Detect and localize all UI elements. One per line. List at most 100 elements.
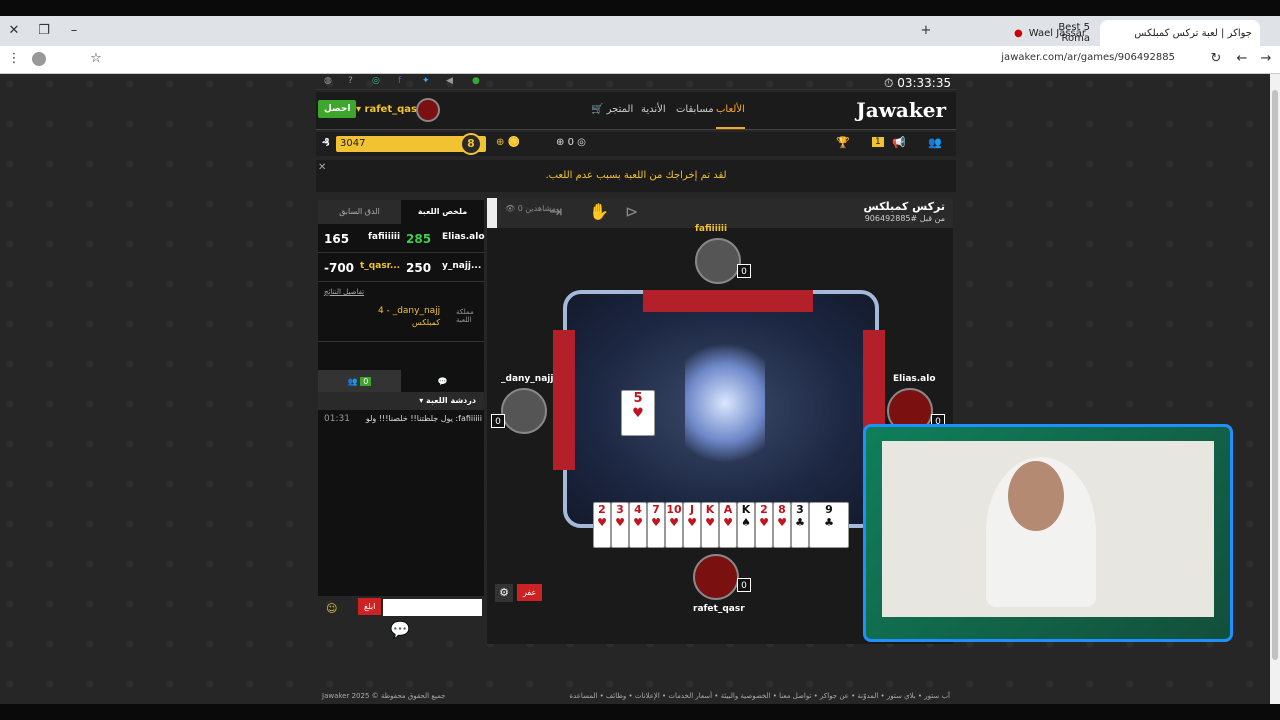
kingdom-label: مملكة اللعبة (456, 308, 474, 324)
forward-icon[interactable]: → (1258, 51, 1274, 67)
details-link[interactable]: تفاصيل النتائج (318, 282, 484, 302)
hand-card[interactable]: 4 ♥ (629, 502, 647, 548)
get-button[interactable]: احصل (318, 100, 357, 118)
back-icon[interactable]: ← (1234, 51, 1250, 67)
clock: ⏱ 03:33:35 (884, 76, 952, 90)
nav-clubs[interactable]: الأندية (641, 104, 666, 115)
player-left-name: _dany_najj (501, 374, 554, 384)
star-icon[interactable]: ☆ (88, 51, 104, 67)
bottom-bar (0, 704, 1280, 720)
chat-title[interactable]: ▾ دردشة اللعبة (318, 392, 484, 410)
player-top-count: 0 (737, 264, 751, 278)
tab-chat[interactable]: 💬 (401, 370, 484, 392)
profile-icon[interactable] (32, 52, 46, 66)
user-avatar[interactable] (416, 98, 440, 122)
restore-icon[interactable]: ❐ (36, 23, 52, 39)
kingdom-box: 4 - _dany_najj كمبلكس مملكة اللعبة (318, 302, 484, 342)
hand-card[interactable]: 2 ♥ (593, 502, 611, 548)
nav-contests[interactable]: مسابقات (676, 104, 714, 115)
credits[interactable]: ⊕ 0 ◎ (556, 137, 586, 148)
hand-card[interactable]: K ♠ (737, 502, 755, 548)
toolbar-scroll[interactable] (487, 198, 497, 228)
logo[interactable]: Jawaker (856, 98, 946, 122)
player-top-avatar[interactable] (695, 238, 741, 284)
hand-card[interactable]: 9 ♣ (809, 502, 849, 548)
top-player-cards (643, 290, 813, 312)
hand-card[interactable]: 3 ♥ (611, 502, 629, 548)
kingdom-value: 4 - _dany_najj (378, 306, 441, 316)
sorry-button[interactable]: عفر (517, 584, 543, 601)
tab-strip: ✕ ❐ – + Wael Jassar ● Best 5 Roma جواكر |… (0, 16, 1280, 46)
webcam-overlay (863, 424, 1233, 642)
side-panel: الدق السابق ملخص اللعبة 165 fafiiiiii 28… (318, 200, 485, 596)
chat-log: 01:31 fafiiiiii: يول جلطتنا!! خلصنا!!! و… (318, 410, 484, 596)
trophy-icon[interactable]: 🏆 (836, 136, 850, 149)
chat-tabs: 👥 0 💬 (318, 370, 484, 392)
tab-online[interactable]: 👥 0 (318, 370, 401, 392)
copyright: Jawaker 2025 © جميع الحقوق محفوظة (322, 692, 446, 700)
footer: Jawaker 2025 © جميع الحقوق محفوظة آب ستو… (316, 680, 956, 700)
chat-bubbles-icon[interactable]: 💬 (390, 620, 410, 639)
footer-links[interactable]: آب ستور • بلاي ستور • المدوّنة • عن جواك… (569, 692, 950, 700)
score-value: 285 (406, 232, 432, 246)
emoji-icon[interactable]: ☺ (326, 602, 337, 615)
sound-icon[interactable]: ◀ (446, 76, 453, 86)
kick-notice: لقد تم إخراجك من اللعبة بسبب عدم اللعب. (316, 160, 956, 192)
globe-icon[interactable]: ◍ (324, 76, 332, 86)
player-left-avatar[interactable] (501, 388, 547, 434)
nav-games[interactable]: الألعاب (716, 104, 745, 129)
face (1008, 461, 1064, 531)
facebook-icon[interactable]: f (398, 76, 401, 86)
coin-icon: ₰ (322, 136, 330, 149)
collapse-icon[interactable]: ✕ (318, 162, 326, 173)
tab-active[interactable]: جواكر | لعبة تركس كمبلكس (1100, 20, 1260, 46)
megaphone-icon[interactable]: 📢 (892, 136, 906, 149)
hand-card[interactable]: 10 ♥ (665, 502, 683, 548)
tab-previous-round[interactable]: الدق السابق (318, 200, 401, 224)
score-row: 165 fafiiiiii 285 Elias.alo (318, 224, 485, 253)
hand-card[interactable]: 2 ♥ (755, 502, 773, 548)
score-row: -700 t_qasr... 250 y_najj... (318, 253, 484, 282)
hand-card[interactable]: K ♥ (701, 502, 719, 548)
tab-roma[interactable]: Best 5 Roma (1020, 20, 1098, 46)
hand-icon[interactable]: ✋ (589, 202, 609, 221)
tab-game-summary[interactable]: ملخص اللعبة (401, 200, 484, 224)
notification-count[interactable]: 1 (872, 137, 884, 147)
scrollbar-thumb[interactable] (1272, 90, 1278, 660)
settings-icon[interactable]: ⚙ (495, 584, 513, 602)
player-name: y_najj... (442, 261, 482, 271)
address-bar[interactable]: ⋮ ☆ jawaker.com/ar/games/906492885 ↻ ← → (0, 46, 1280, 74)
twitter-icon[interactable]: ✦ (422, 76, 430, 86)
close-window-icon[interactable]: ✕ (6, 23, 22, 39)
hand-card[interactable]: 3 ♣ (791, 502, 809, 548)
hand-card[interactable]: 8 ♥ (773, 502, 791, 548)
new-tab-icon[interactable]: + (918, 23, 934, 39)
android-icon[interactable]: ● (472, 76, 480, 86)
friends-icon[interactable]: 👥 (928, 136, 942, 149)
instagram-icon[interactable]: ◎ (372, 76, 380, 86)
hand-card[interactable]: 7 ♥ (647, 502, 665, 548)
level-badge: 8 (460, 133, 482, 155)
hand-card[interactable]: A ♥ (719, 502, 737, 548)
player-name: t_qasr... (360, 261, 401, 271)
top-bar (0, 0, 1280, 16)
reload-icon[interactable]: ↻ (1208, 51, 1224, 67)
player-name: Elias.alo (442, 232, 485, 242)
player-bottom-avatar[interactable] (693, 554, 739, 600)
forward-icon[interactable]: ⊳ (625, 202, 638, 221)
hand-card[interactable]: J ♥ (683, 502, 701, 548)
score-value: -700 (324, 261, 355, 275)
nav-store[interactable]: 🛒 المتجر (591, 104, 633, 115)
chat-time: 01:31 (324, 414, 350, 424)
url-text[interactable]: jawaker.com/ar/games/906492885 (1001, 52, 1175, 63)
gold-icon[interactable]: ⊕ 🪙 (496, 137, 520, 148)
exit-icon[interactable]: ⇥ (549, 202, 562, 221)
status-row: ₰ 3047 8 ⊕ 🪙 ⊕ 0 ◎ 🏆 1 📢 👥 (316, 132, 956, 156)
menu-icon[interactable]: ⋮ (6, 51, 22, 67)
minimize-icon[interactable]: – (66, 23, 82, 39)
score-value: 165 (324, 232, 350, 246)
report-button[interactable]: ابلغ (358, 598, 382, 615)
chat-input[interactable] (383, 599, 482, 616)
help-icon[interactable]: ? (348, 76, 353, 86)
username[interactable]: ▾ rafet_qasr (356, 104, 422, 115)
